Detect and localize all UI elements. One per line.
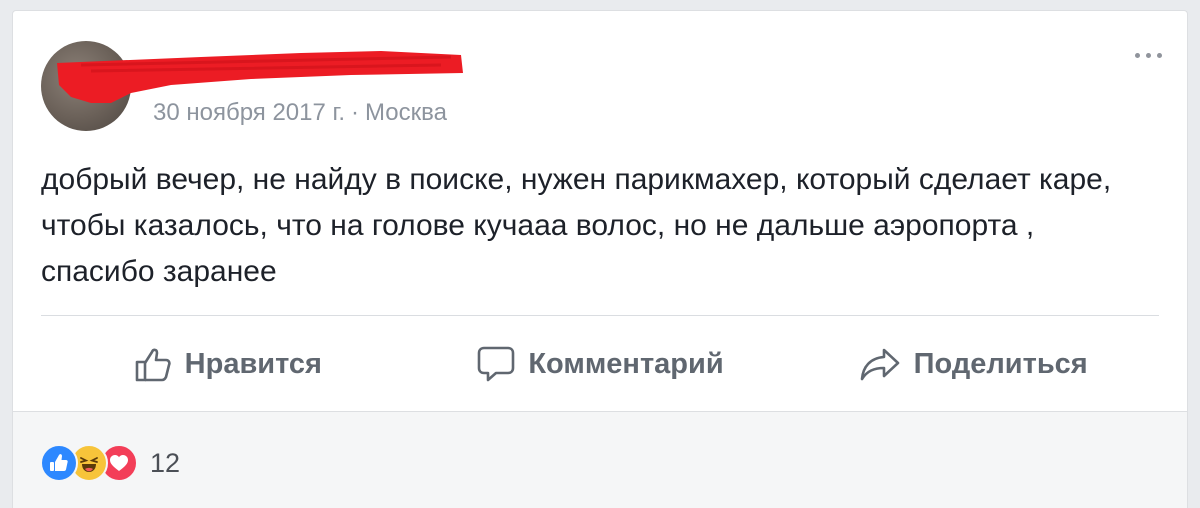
post-date[interactable]: 30 ноября 2017 г. bbox=[153, 99, 345, 126]
reaction-count[interactable]: 12 bbox=[150, 448, 180, 479]
action-bar: Нравится Комментарий Поделиться bbox=[41, 329, 1159, 399]
meta-separator: · bbox=[351, 99, 359, 126]
share-label: Поделиться bbox=[913, 347, 1088, 380]
like-button[interactable]: Нравится bbox=[41, 344, 414, 384]
reactions-footer: 12 bbox=[13, 411, 1187, 508]
post-text: добрый вечер, не найду в поиске, нужен п… bbox=[41, 163, 1112, 288]
thumbs-up-icon bbox=[135, 348, 171, 382]
comment-label: Комментарий bbox=[528, 347, 724, 380]
more-options-icon[interactable] bbox=[1133, 49, 1165, 61]
share-button[interactable]: Поделиться bbox=[786, 344, 1159, 384]
divider bbox=[41, 315, 1159, 316]
post-meta: 30 ноября 2017 г. · Москва bbox=[153, 99, 447, 127]
like-reaction-icon bbox=[40, 444, 78, 482]
redaction-scribble bbox=[57, 51, 463, 103]
post-location[interactable]: Москва bbox=[365, 99, 447, 126]
comment-button[interactable]: Комментарий bbox=[414, 344, 787, 384]
reactions-summary[interactable]: 12 bbox=[40, 444, 180, 482]
like-label: Нравится bbox=[184, 347, 322, 380]
post-card: 30 ноября 2017 г. · Москва добрый вечер, н… bbox=[12, 10, 1188, 508]
comment-icon bbox=[478, 346, 515, 382]
share-icon bbox=[860, 348, 899, 381]
